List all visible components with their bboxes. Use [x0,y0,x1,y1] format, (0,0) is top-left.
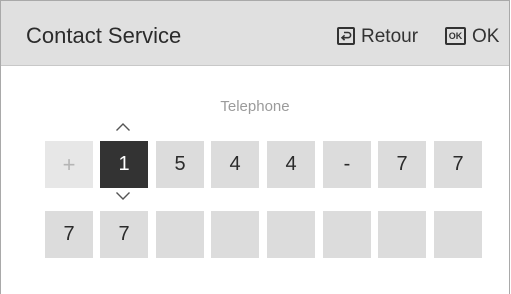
digit-cell-empty[interactable] [267,211,315,258]
digit-cell-empty[interactable] [434,211,482,258]
digit-cell-empty[interactable] [211,211,259,258]
digit-cell-empty[interactable] [378,211,426,258]
telephone-field-label: Telephone [220,98,290,115]
digit-cell-empty[interactable] [156,211,204,258]
chevron-up-icon[interactable] [115,122,131,132]
ok-key-icon[interactable]: OK [445,27,466,45]
digit-cell[interactable]: 7 [378,141,426,188]
digit-cell[interactable]: 5 [156,141,204,188]
digit-cell[interactable]: 7 [100,211,148,258]
digit-cell[interactable]: 4 [267,141,315,188]
digit-cell[interactable]: 4 [211,141,259,188]
contact-service-dialog: Contact Service Retour OK OK Telephone +… [0,0,510,294]
page-title: Contact Service [26,23,182,48]
digit-cell-separator[interactable]: - [323,141,371,188]
digit-cell-selected[interactable]: 1 [100,141,148,188]
ok-button-label[interactable]: OK [472,26,499,48]
back-button-label[interactable]: Retour [361,26,418,48]
return-icon[interactable] [337,27,355,45]
digit-cell-empty[interactable] [323,211,371,258]
digit-cell[interactable]: 7 [434,141,482,188]
digit-cell-country-plus[interactable]: + [45,141,93,188]
digit-cell[interactable]: 7 [45,211,93,258]
chevron-down-icon[interactable] [115,191,131,201]
header-bar: Contact Service Retour OK OK [1,1,509,66]
